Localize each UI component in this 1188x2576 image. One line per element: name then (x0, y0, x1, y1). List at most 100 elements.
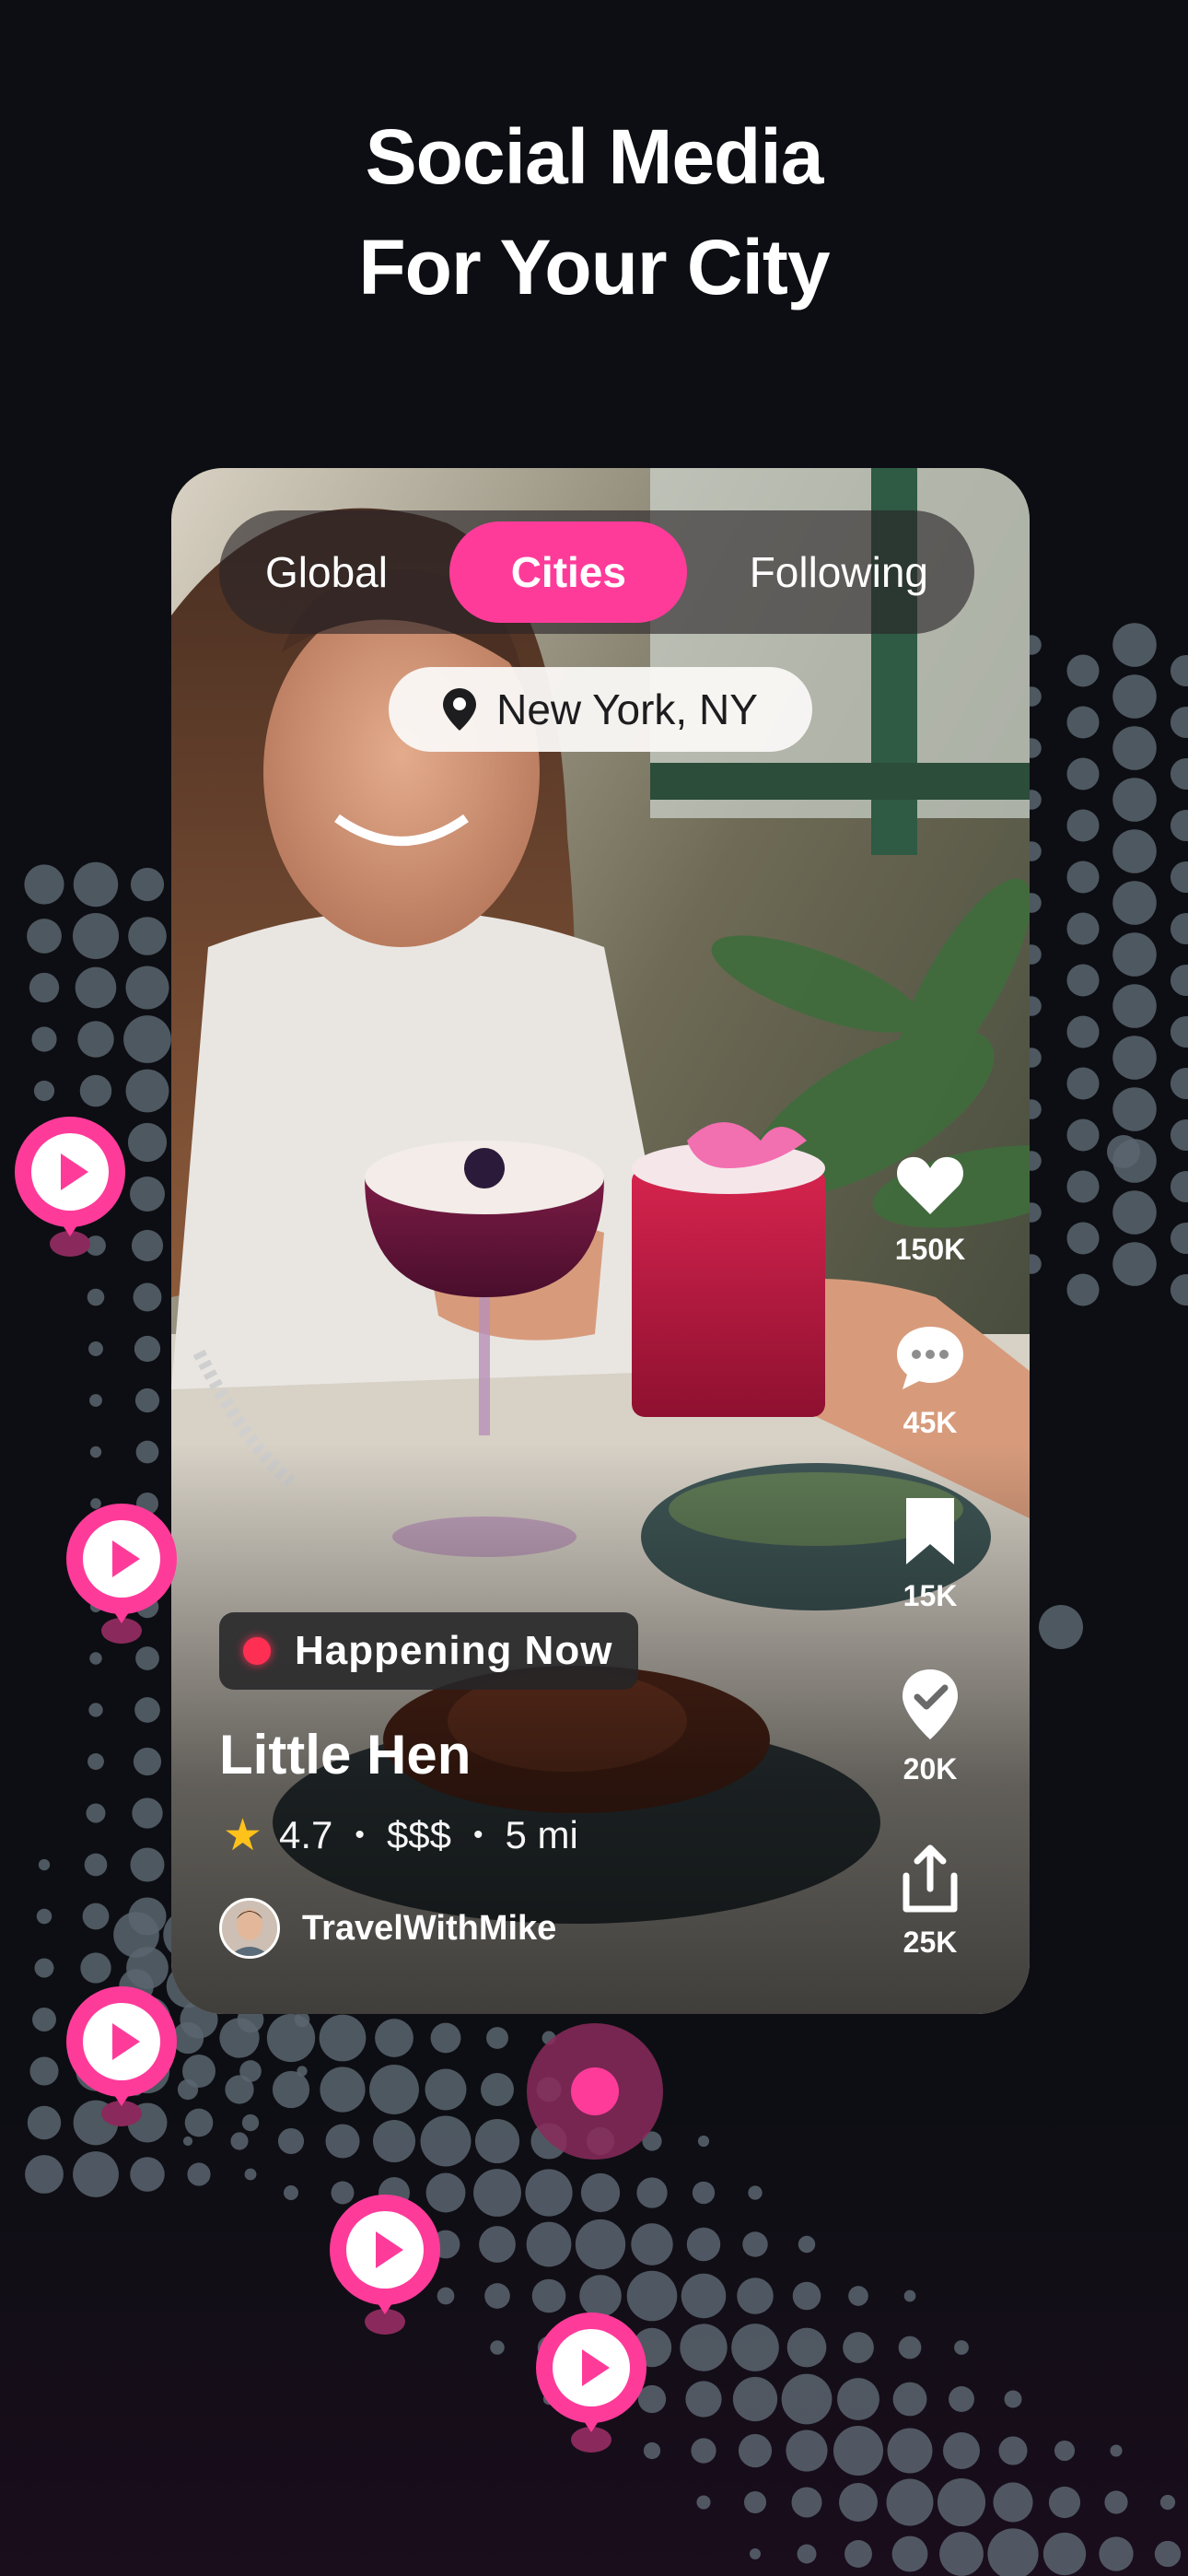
save-button[interactable]: 15K (893, 1494, 967, 1668)
background-dot (691, 2438, 716, 2464)
background-dot (473, 2169, 521, 2217)
background-dot (130, 867, 165, 902)
action-rail: 150K 45K 15K 20K 25K (875, 1148, 985, 2014)
background-dot (987, 2528, 1039, 2576)
background-dot (848, 2286, 868, 2306)
background-dot (490, 2340, 505, 2355)
background-dot (29, 2056, 59, 2086)
venue-rating: 4.7 (279, 1813, 333, 1856)
background-dot (33, 1080, 55, 1102)
background-dot (579, 2275, 622, 2317)
background-dot (75, 966, 117, 1009)
background-dot (1170, 964, 1188, 997)
bookmark-icon (906, 1498, 954, 1564)
background-dot (177, 2078, 199, 2101)
background-dot (187, 2162, 211, 2186)
background-dot (72, 912, 120, 960)
play-pin-icon[interactable] (534, 2313, 648, 2464)
background-dot (130, 1847, 165, 1882)
happening-now-badge: Happening Now (219, 1612, 639, 1690)
background-dot (230, 2132, 249, 2150)
background-dot (526, 2221, 572, 2267)
background-dot (372, 2119, 416, 2163)
background-dot (1170, 1170, 1188, 1203)
tab-following[interactable]: Following (716, 521, 961, 623)
background-dot (79, 1074, 112, 1107)
background-dot (266, 2013, 316, 2063)
background-dot (38, 1858, 51, 1871)
feed-tabs: Global Cities Following (219, 510, 974, 634)
post-card[interactable]: Global Cities Following New York, NY 150… (171, 468, 1030, 2014)
background-dot (580, 2172, 621, 2213)
card-location-marker (527, 2023, 663, 2160)
background-dot (34, 1958, 54, 1978)
checkin-button[interactable]: 20K (893, 1668, 967, 1841)
background-dot (1099, 2536, 1134, 2571)
heart-icon (897, 1156, 963, 1214)
avatar (219, 1898, 280, 1959)
background-dot (244, 2168, 257, 2181)
background-dot (486, 2027, 508, 2049)
background-dot (89, 1446, 102, 1458)
background-dot (132, 1797, 163, 1829)
comment-button[interactable]: 45K (893, 1321, 967, 1494)
background-dot (182, 2136, 193, 2147)
background-dot (1170, 1067, 1188, 1100)
background-dot (1112, 623, 1157, 667)
headline-line-2: For Your City (358, 224, 830, 310)
background-dot (949, 2386, 974, 2412)
location-label: New York, NY (496, 685, 758, 733)
background-dot (130, 1177, 165, 1212)
background-dot (284, 2185, 298, 2200)
background-dot (886, 2478, 934, 2526)
background-dot (127, 1122, 168, 1163)
background-dot (797, 2544, 817, 2564)
background-dot (737, 2277, 774, 2314)
background-dot (88, 1703, 103, 1717)
background-dot (1107, 1135, 1140, 1168)
background-dot (1066, 1273, 1100, 1306)
background-dot (80, 1952, 111, 1984)
background-dot (125, 1069, 169, 1113)
share-button[interactable]: 25K (893, 1841, 967, 2014)
post-author[interactable]: TravelWithMike (219, 1898, 556, 1959)
meta-separator: • (355, 1820, 365, 1850)
background-dot (1112, 778, 1157, 822)
tab-cities[interactable]: Cities (449, 521, 688, 623)
background-dot (786, 2327, 827, 2368)
location-selector[interactable]: New York, NY (389, 667, 812, 752)
background-dot (25, 2155, 64, 2194)
headline: Social Media For Your City (0, 101, 1188, 322)
background-dot (1066, 809, 1100, 842)
background-dot (1154, 2540, 1182, 2568)
background-dot (77, 1021, 114, 1058)
background-dot (1066, 757, 1100, 790)
play-pin-icon[interactable] (64, 1504, 179, 1655)
background-dot (839, 2483, 878, 2522)
venue-price: $$$ (386, 1813, 452, 1856)
background-dot (1170, 1273, 1188, 1306)
background-dot (130, 2157, 165, 2192)
like-button[interactable]: 150K (893, 1148, 967, 1321)
background-dot (32, 2008, 56, 2032)
background-dot (743, 2490, 767, 2514)
background-dot (73, 2151, 119, 2197)
play-pin-icon[interactable] (13, 1117, 127, 1268)
background-dot (1004, 2390, 1022, 2408)
background-dot (887, 2428, 933, 2474)
background-dot (1112, 932, 1157, 977)
background-dot (31, 1026, 57, 1052)
background-dot (241, 2113, 260, 2132)
background-dot (1112, 726, 1157, 770)
background-dot (748, 2185, 763, 2200)
background-dot (636, 2177, 668, 2208)
background-dot (943, 2432, 980, 2469)
background-dot (319, 2014, 367, 2062)
play-pin-icon[interactable] (328, 2195, 442, 2346)
background-dot (781, 2373, 833, 2425)
venue-name[interactable]: Little Hen (219, 1723, 471, 1786)
background-dot (837, 2378, 879, 2420)
background-dot (184, 2108, 214, 2137)
tab-global[interactable]: Global (232, 521, 421, 623)
play-pin-icon[interactable] (64, 1986, 179, 2137)
